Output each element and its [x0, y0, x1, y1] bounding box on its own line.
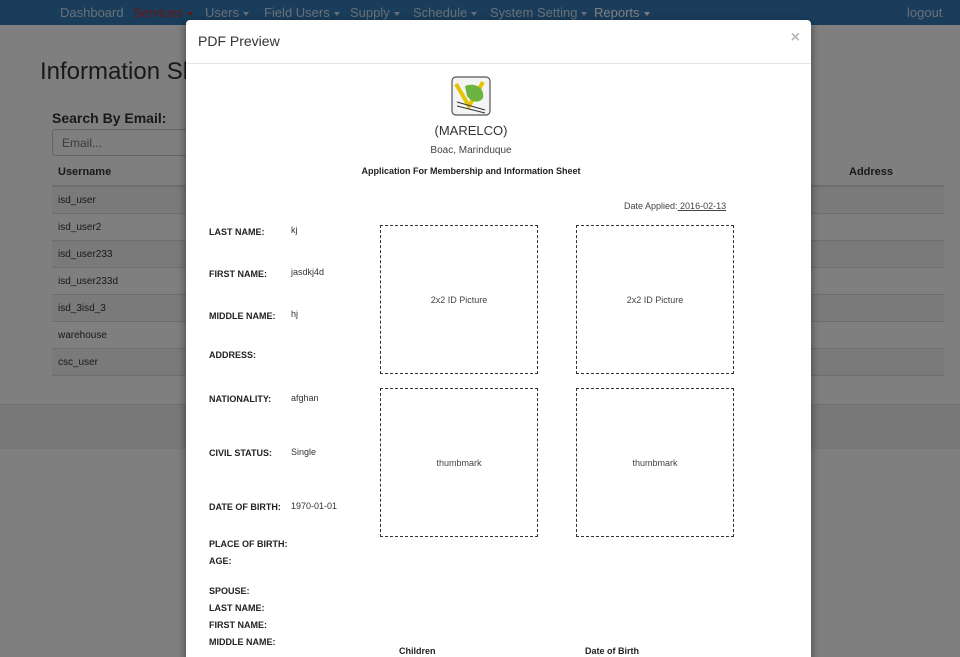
id-picture-box: 2x2 ID Picture: [576, 225, 734, 374]
first-name-label: FIRST NAME:: [209, 269, 267, 279]
id-picture-label: 2x2 ID Picture: [430, 294, 488, 305]
middle-name-value: hj: [291, 309, 299, 319]
date-of-birth-column-header: Date of Birth: [585, 646, 639, 656]
last-name-value: kj: [291, 225, 298, 235]
thumbmark-label: thumbmark: [632, 457, 678, 468]
form-title: Application For Membership and Informati…: [361, 166, 581, 176]
date-of-birth-value: 1970-01-01: [291, 501, 338, 511]
spouse-last-name-label: LAST NAME:: [209, 603, 265, 613]
modal-title: PDF Preview: [198, 33, 280, 49]
marelco-logo: [451, 76, 491, 116]
pdf-preview-modal: PDF Preview × (MARELCO) Boac, Marinduque…: [186, 20, 811, 657]
modal-header: PDF Preview ×: [186, 20, 811, 64]
address-label: ADDRESS:: [209, 350, 257, 360]
civil-status-value: Single: [291, 447, 317, 457]
thumbmark-label: thumbmark: [436, 457, 482, 468]
thumbmark-box: thumbmark: [380, 388, 538, 537]
first-name-value: jasdkj4d: [291, 267, 325, 277]
spouse-first-name-label: FIRST NAME:: [209, 620, 267, 630]
nationality-label: NATIONALITY:: [209, 394, 272, 404]
close-icon[interactable]: ×: [791, 29, 800, 47]
place-of-birth-label: PLACE OF BIRTH:: [209, 539, 288, 549]
civil-status-label: CIVIL STATUS:: [209, 448, 272, 458]
middle-name-label: MIDDLE NAME:: [209, 311, 276, 321]
date-of-birth-label: DATE OF BIRTH:: [209, 502, 281, 512]
date-applied-value: 2016-02-13: [677, 201, 727, 211]
id-picture-label: 2x2 ID Picture: [626, 294, 684, 305]
age-label: AGE:: [209, 556, 232, 566]
organization-location: Boac, Marinduque: [430, 145, 512, 156]
last-name-label: LAST NAME:: [209, 227, 265, 237]
nationality-value: afghan: [291, 393, 319, 403]
date-applied-label: Date Applied:: [624, 201, 678, 211]
spouse-middle-name-label: MIDDLE NAME:: [209, 637, 276, 647]
id-picture-box: 2x2 ID Picture: [380, 225, 538, 374]
organization-name: (MARELCO): [434, 123, 508, 138]
thumbmark-box: thumbmark: [576, 388, 734, 537]
date-applied: Date Applied: 2016-02-13: [624, 201, 726, 211]
children-column-header: Children: [399, 646, 436, 656]
spouse-label: SPOUSE:: [209, 586, 250, 596]
